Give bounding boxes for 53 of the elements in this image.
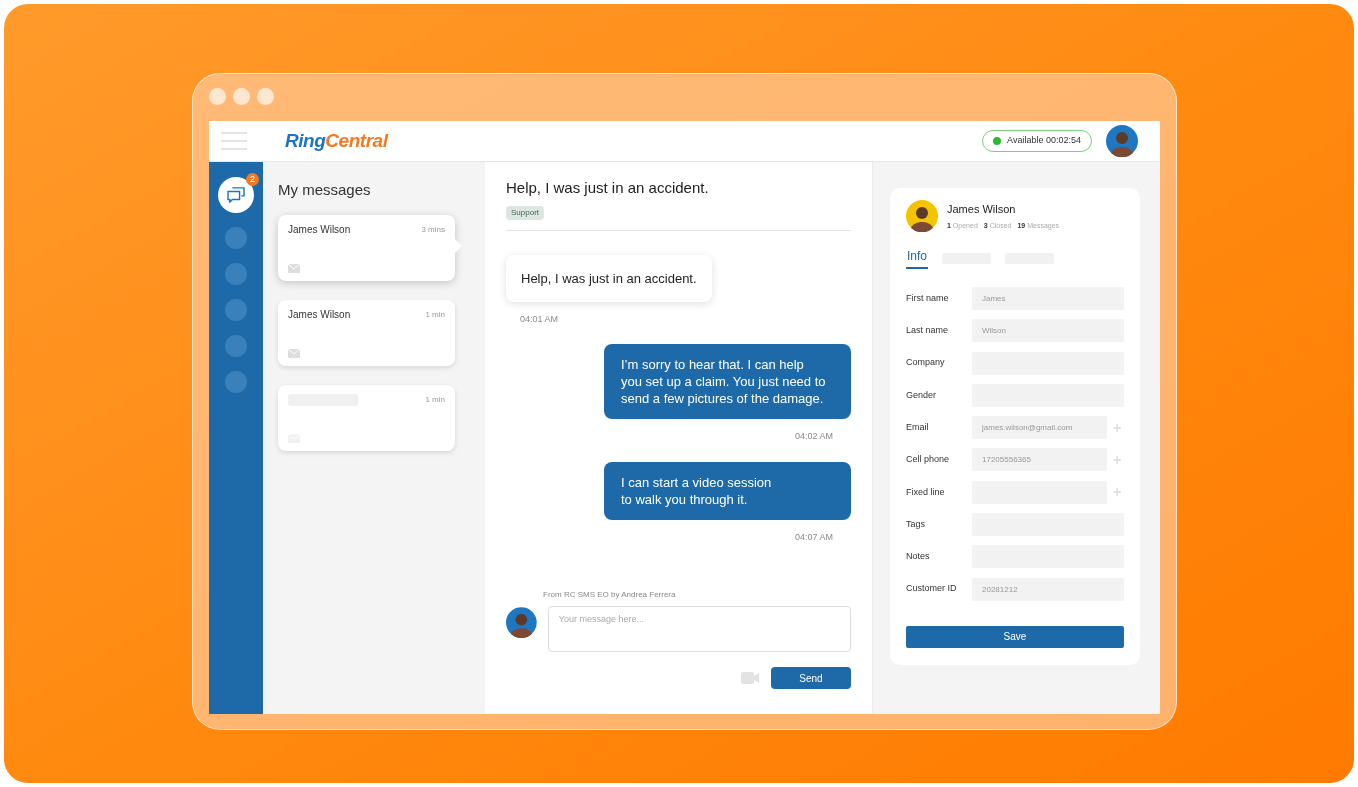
field-label: Email (906, 420, 930, 434)
support-tag: Support (506, 205, 545, 220)
notification-badge: 2 (246, 173, 259, 186)
nav-item[interactable] (225, 299, 247, 321)
nav-item[interactable] (225, 371, 247, 393)
nav-item[interactable] (225, 227, 247, 249)
menu-icon[interactable] (221, 131, 247, 151)
message-bubble: I’m sorry to hear that. I can help you set up a claim. You just need to send a few pictures of the damage. (604, 344, 851, 419)
field-label: First name (906, 291, 950, 305)
contact-name: James Wilson (288, 308, 351, 322)
user-avatar (1106, 125, 1138, 157)
field-label: Company (906, 356, 946, 370)
save-button[interactable]: Save (906, 625, 1124, 648)
message-time: 04:02 AM (794, 430, 833, 443)
add-icon[interactable] (1113, 456, 1121, 464)
field-label: Last name (906, 324, 950, 338)
conversation-card[interactable]: James Wilson 1 min (278, 299, 455, 366)
message-bubble: I can start a video session to walk you through it. (604, 461, 851, 520)
message-time: 1 min (425, 393, 445, 406)
sender-note: From RC SMS EO by Andrea Ferrera (543, 589, 677, 601)
contact-avatar (906, 200, 938, 232)
message-time: 3 mins (421, 223, 445, 236)
message-input[interactable]: Your message here... (547, 606, 851, 652)
field-label: Fixed line (906, 485, 946, 499)
field-label: Notes (906, 550, 931, 564)
chat-icon (227, 187, 245, 203)
conversation-card[interactable]: 1 min (278, 384, 455, 451)
contact-name: James Wilson (288, 223, 351, 237)
add-icon[interactable] (1113, 488, 1121, 497)
field-label: Cell phone (906, 453, 951, 467)
panel-title: My messages (278, 180, 372, 200)
info-tab[interactable]: Info (906, 247, 928, 269)
nav-item[interactable] (225, 335, 247, 357)
contact-name: James Wilson (947, 202, 1017, 217)
logo-word: Ring (285, 129, 326, 151)
envelope-icon (288, 263, 300, 273)
chat-nav-button[interactable] (218, 177, 254, 213)
conversation-title: Help, I was just in an accident. (506, 178, 710, 198)
message-time: 1 min (425, 308, 445, 321)
envelope-icon (288, 348, 300, 358)
add-icon[interactable] (1113, 423, 1121, 432)
message-time: 04:01 AM (520, 312, 559, 326)
logo-word: Central (325, 129, 388, 151)
send-button[interactable]: Send (771, 667, 851, 689)
field-label: Customer ID (906, 582, 958, 596)
field-label: Gender (906, 388, 938, 402)
field-label: Tags (906, 517, 926, 531)
message-time: 04:07 AM (794, 530, 833, 544)
agent-avatar (506, 607, 537, 638)
status-label: Available 00:02:54 (1007, 134, 1081, 148)
nav-item[interactable] (225, 263, 247, 285)
video-camera-icon[interactable] (741, 672, 759, 684)
message-bubble: Help, I was just in an accident. (506, 254, 712, 302)
